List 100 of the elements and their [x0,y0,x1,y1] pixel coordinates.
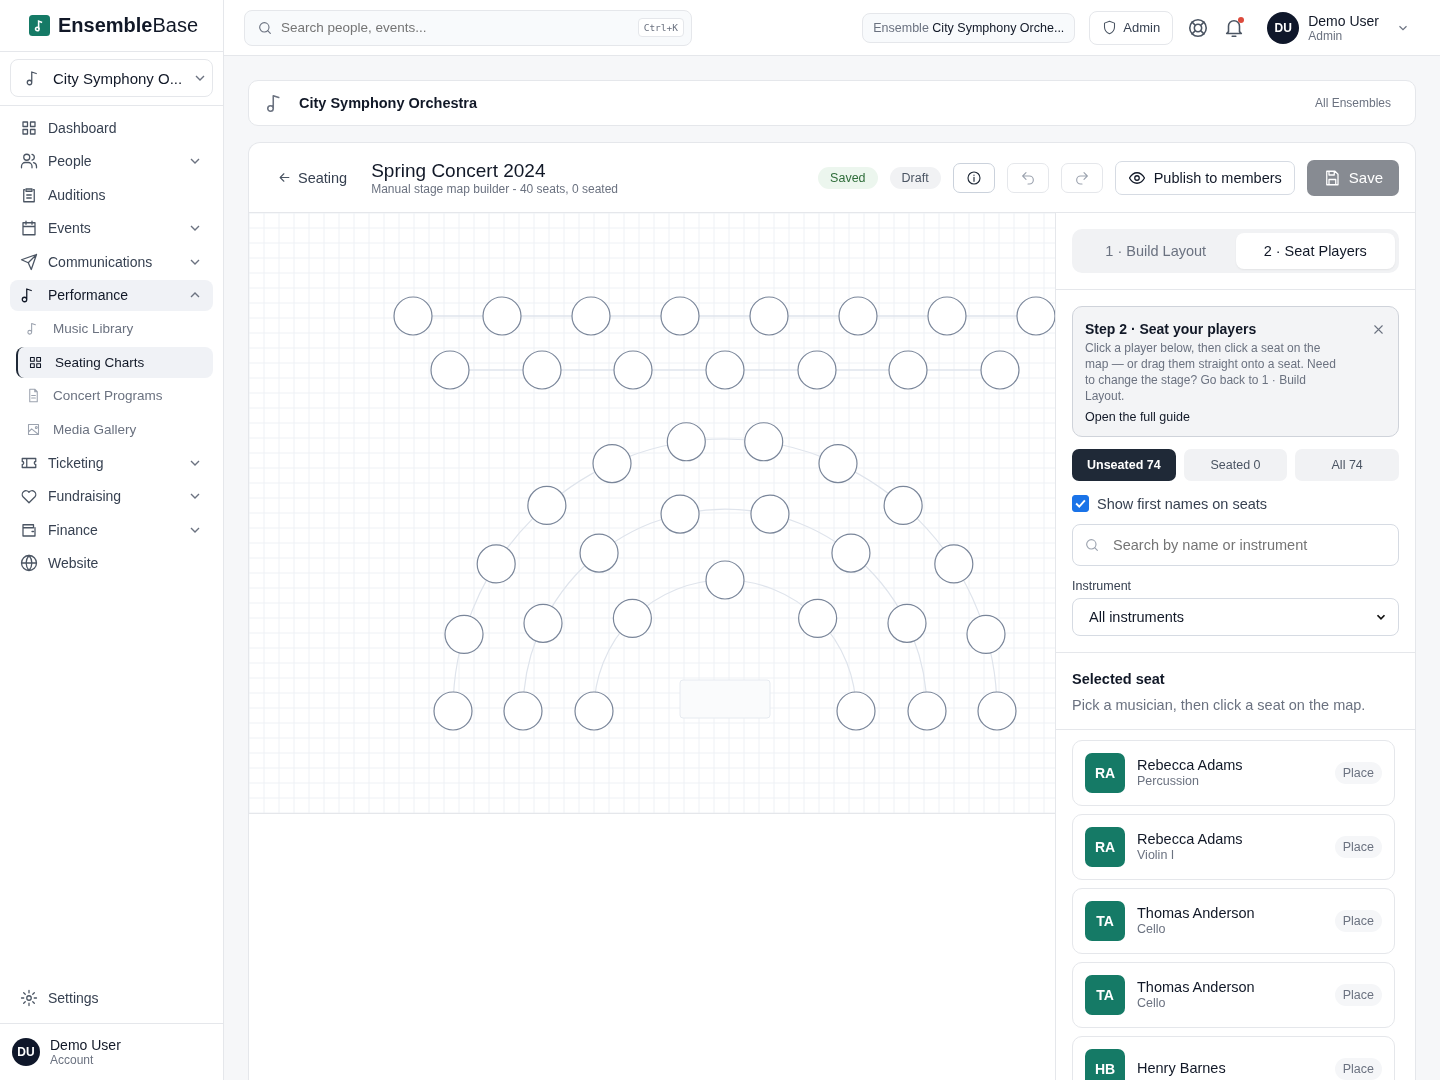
nav-item[interactable]: Finance [10,514,213,545]
shield-icon [1102,20,1118,35]
seat[interactable] [476,544,516,584]
role-button[interactable]: Admin [1089,10,1174,45]
image-icon [26,421,41,437]
step-tab[interactable]: 1 · Build Layout [1076,233,1236,269]
place-button[interactable]: Place [1334,1058,1382,1080]
seat[interactable] [831,533,871,573]
seat[interactable] [430,350,470,390]
nav-item[interactable]: Communications [10,246,213,277]
player-card[interactable]: TA Thomas Anderson Cello Place [1072,962,1395,1028]
seat[interactable] [1016,296,1055,336]
player-avatar: RA [1085,827,1125,867]
seat[interactable] [744,422,784,462]
app-name: EnsembleBase [58,14,199,37]
player-name: Rebecca Adams [1137,832,1244,848]
seat[interactable] [907,691,947,731]
place-button[interactable]: Place [1334,984,1382,1006]
seat[interactable] [750,494,790,534]
seat[interactable] [838,296,878,336]
place-button[interactable]: Place [1334,762,1382,784]
player-card[interactable]: TA Thomas Anderson Cello Place [1072,888,1395,954]
all-ensembles-link[interactable]: All Ensembles [1314,96,1391,110]
seat[interactable] [613,350,653,390]
clipboard-icon [20,185,38,204]
player-card[interactable]: HB Henry Barnes Place [1072,1036,1395,1080]
guide-link[interactable]: Open the full guide [1085,410,1386,424]
filter-tab[interactable]: All 74 [1295,449,1399,481]
nav-item[interactable]: Fundraising [10,480,213,512]
seat[interactable] [705,350,745,390]
seat[interactable] [660,494,700,534]
seat[interactable] [705,560,745,600]
seat[interactable] [393,296,433,336]
player-avatar: HB [1085,1049,1125,1080]
seat[interactable] [934,544,974,584]
seat[interactable] [433,691,473,731]
filter-tab[interactable]: Seated 0 [1183,449,1288,481]
seat[interactable] [887,603,927,643]
seat[interactable] [660,296,700,336]
seat[interactable] [503,691,543,731]
seat[interactable] [749,296,789,336]
paper-plane-icon [20,252,38,271]
chart-subtitle: Manual stage map builder - 40 seats, 0 seated [371,181,618,196]
checkbox[interactable] [1072,495,1089,512]
settings-link[interactable]: Settings [10,982,213,1013]
seat[interactable] [883,485,923,526]
seat[interactable] [888,350,928,390]
people-icon [20,152,38,170]
back-button[interactable]: Seating [277,169,348,186]
seat[interactable] [977,691,1017,731]
nav-subitem[interactable]: Seating Charts [16,346,213,378]
nav-subitem[interactable]: Media Gallery [16,413,213,445]
seat[interactable] [522,350,562,390]
seat[interactable] [666,422,706,462]
step-tab[interactable]: 2 · Seat Players [1235,233,1395,269]
heart-icon [20,487,38,505]
seat[interactable] [444,614,484,654]
seat[interactable] [818,443,858,484]
help-icon[interactable] [1187,16,1210,39]
player-card[interactable]: RA Rebecca Adams Violin I Place [1072,814,1395,880]
ensemble-selector[interactable]: Ensemble City Symphony Orche... [862,12,1076,43]
grid-icon [28,354,43,370]
nav-item[interactable]: Website [10,547,213,579]
seat[interactable] [574,691,614,731]
nav-item[interactable]: Dashboard [10,112,213,143]
ensemble-name: City Symphony Orchestra [299,95,478,111]
seat[interactable] [980,350,1020,390]
seat[interactable] [527,485,567,526]
user-name: Demo User [1308,12,1379,29]
search-icon [1084,537,1100,553]
place-button[interactable]: Place [1334,836,1382,858]
seat[interactable] [482,296,522,336]
nav-item[interactable]: Ticketing [10,447,213,478]
seat[interactable] [966,614,1006,654]
back-arrow-icon [277,170,292,185]
nav-item[interactable]: Events [10,212,213,244]
seat[interactable] [798,598,838,638]
seat[interactable] [579,533,619,573]
seat[interactable] [571,296,611,336]
filter-tab[interactable]: Unseated 74 [1072,449,1176,481]
seat[interactable] [612,598,652,638]
seat[interactable] [797,350,837,390]
nav-item[interactable]: People [10,145,213,177]
player-card[interactable]: RA Rebecca Adams Percussion Place [1072,740,1395,806]
instrument-select[interactable]: All instruments [1072,598,1399,636]
publish-button[interactable]: Publish to members [1114,160,1295,195]
nav-item[interactable]: Auditions [10,179,213,210]
player-instrument: Cello [1137,995,1167,1010]
info-button[interactable] [952,162,995,193]
ensemble-switcher[interactable]: City Symphony O... [10,59,213,97]
user-role: Admin [1308,28,1344,43]
seat[interactable] [523,603,563,643]
player-search-field[interactable]: Search by name or instrument [1072,524,1399,566]
nav-item[interactable]: Performance [10,279,213,311]
nav-subitem[interactable]: Music Library [16,313,213,344]
seat[interactable] [927,296,967,336]
place-button[interactable]: Place [1334,910,1382,932]
nav-subitem[interactable]: Concert Programs [16,380,213,411]
seat[interactable] [592,443,632,484]
seat[interactable] [836,691,876,731]
